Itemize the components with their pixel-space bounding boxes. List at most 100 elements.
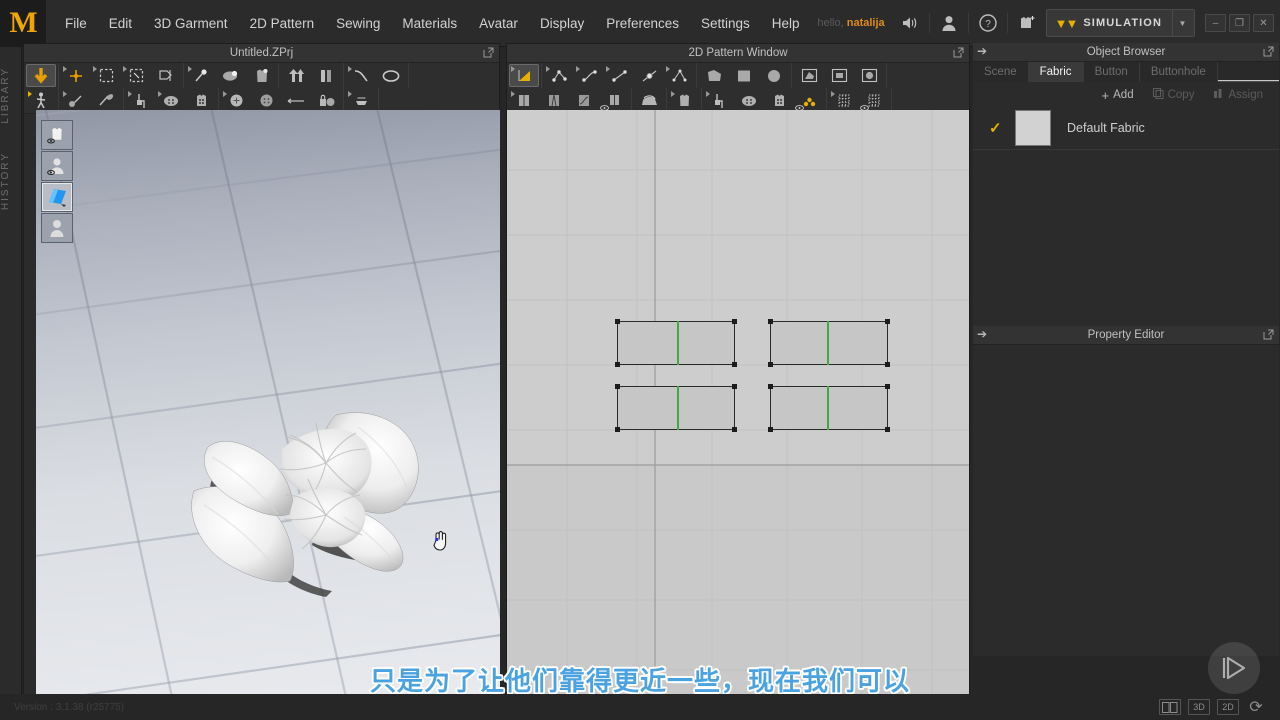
pattern-piece-4[interactable] [768,384,890,432]
assign-button[interactable]: Assign [1205,86,1271,105]
show-garment-toggle[interactable] [41,120,73,150]
menu-file[interactable]: File [54,10,98,37]
flatten-tool[interactable] [346,89,376,112]
view-2d-button[interactable]: 2D [1217,699,1239,715]
arrow-right-icon[interactable]: ➔ [977,328,987,340]
corner-point[interactable] [615,362,620,367]
corner-point[interactable] [885,384,890,389]
split-view-button[interactable] [1159,699,1181,715]
menu-display[interactable]: Display [529,10,595,37]
corner-point[interactable] [732,427,737,432]
add-point-tool[interactable] [634,64,664,87]
close-button[interactable]: ✕ [1253,14,1274,32]
select-mesh-tool[interactable] [121,64,151,87]
user-icon[interactable] [934,8,964,38]
buttonhole-2d-tool[interactable] [764,89,794,112]
pattern-piece-2[interactable] [768,319,890,367]
corner-point[interactable] [732,362,737,367]
menu-preferences[interactable]: Preferences [595,10,690,37]
fold-arrange-tool[interactable] [151,64,181,87]
corner-point[interactable] [885,362,890,367]
circle-tool[interactable] [759,64,789,87]
pin-tool[interactable] [186,64,216,87]
rectangle-tool[interactable] [729,64,759,87]
restore-button[interactable]: ❐ [1229,14,1250,32]
history-tab[interactable]: HISTORY [0,144,22,218]
button-2d-tool[interactable] [734,89,764,112]
menu-materials[interactable]: Materials [391,10,468,37]
corner-point[interactable] [768,362,773,367]
curve-tool[interactable] [346,64,376,87]
popout-icon[interactable] [1263,329,1274,340]
curve-pleat-tool[interactable] [569,89,599,112]
garment-fold-tool[interactable] [246,64,276,87]
corner-point[interactable] [732,319,737,324]
button-place-tool[interactable] [156,89,186,112]
menu-settings[interactable]: Settings [690,10,761,37]
wind-tool[interactable] [91,89,121,112]
corner-point[interactable] [615,319,620,324]
menu-avatar[interactable]: Avatar [468,10,529,37]
corner-point[interactable] [885,319,890,324]
tack-tool[interactable] [216,64,246,87]
menu-3d-garment[interactable]: 3D Garment [143,10,239,37]
add-button[interactable]: + Add [1094,86,1142,105]
pattern-piece-1[interactable] [615,319,737,367]
lasso-tool[interactable] [376,64,406,87]
internal-circle-tool[interactable] [854,64,884,87]
trace-shirt-tool[interactable] [669,89,699,112]
corner-point[interactable] [768,319,773,324]
corner-point[interactable] [615,384,620,389]
corner-point[interactable] [768,427,773,432]
copy-button[interactable]: Copy [1145,86,1203,105]
mesh-tool[interactable] [829,89,859,112]
pattern-piece-3[interactable] [615,384,737,432]
show-pattern-toggle[interactable] [41,182,73,212]
corner-point[interactable] [732,384,737,389]
edit-curvature-tool[interactable] [574,64,604,87]
buttonhole-circle-tool[interactable] [251,89,281,112]
library-tab[interactable]: LIBRARY [0,59,22,132]
select-mesh-box-tool[interactable] [91,64,121,87]
polygon-edit-tool[interactable] [664,64,694,87]
edit-curve-point-tool[interactable] [544,64,574,87]
button-tool[interactable] [221,89,251,112]
fabric-swatch[interactable] [1015,109,1051,146]
avatar-walk-tool[interactable] [26,89,56,112]
pleat-fold-tool[interactable] [509,89,539,112]
help-icon[interactable]: ? [973,8,1003,38]
popout-icon[interactable] [1263,46,1274,57]
menu-help[interactable]: Help [761,10,811,37]
arrangement-up-tool[interactable] [281,64,311,87]
fabric-bow-garment[interactable] [186,405,446,605]
zipper-2d-tool[interactable] [704,89,734,112]
iron-tool[interactable] [634,89,664,112]
reset-view-button[interactable]: ⟳ [1246,698,1266,716]
show-avatar-toggle[interactable] [41,151,73,181]
simulation-mode-button[interactable]: ▼▼ SIMULATION ▼ [1045,9,1195,37]
internal-polygon-tool[interactable] [794,64,824,87]
edit-pattern-tool[interactable] [509,64,539,87]
gravity-tool[interactable] [61,89,91,112]
mesh-eye-tool[interactable] [859,89,889,112]
lock-button-tool[interactable] [311,89,341,112]
simulate-tool[interactable] [26,64,56,87]
2d-pattern-canvas[interactable] [507,110,969,720]
minimize-button[interactable]: – [1205,14,1226,32]
transform-garment-tool[interactable] [61,64,91,87]
simulation-dropdown-arrow[interactable]: ▼ [1172,10,1192,36]
corner-point[interactable] [885,427,890,432]
list-item[interactable]: ✓ Default Fabric [973,106,1279,150]
popout-icon[interactable] [953,47,964,58]
pleat-eye-tool[interactable] [599,89,629,112]
line-tool[interactable] [281,89,311,112]
show-avatar-gizmo-toggle[interactable] [41,213,73,243]
zipper-tool[interactable] [126,89,156,112]
tab-fabric[interactable]: Fabric [1028,62,1084,82]
add-point-segment-tool[interactable] [604,64,634,87]
internal-rectangle-tool[interactable] [824,64,854,87]
tab-buttonhole[interactable]: Buttonhole [1139,62,1218,82]
texture-point-tool[interactable] [794,89,824,112]
3d-viewport-canvas[interactable] [36,110,500,695]
corner-point[interactable] [768,384,773,389]
